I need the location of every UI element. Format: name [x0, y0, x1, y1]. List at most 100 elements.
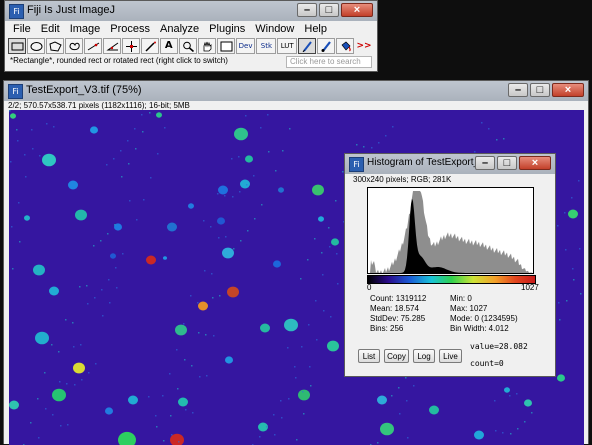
- maximize-button[interactable]: □: [319, 3, 339, 17]
- noise-speck: [557, 225, 559, 227]
- menu-analyze[interactable]: Analyze: [155, 22, 204, 37]
- fiji-title-bar[interactable]: Fi Fiji Is Just ImageJ – □ ×: [5, 1, 377, 21]
- noise-speck: [176, 349, 178, 351]
- menu-bar: File Edit Image Process Analyze Plugins …: [8, 22, 332, 37]
- noise-speck: [191, 365, 193, 367]
- noise-speck: [25, 176, 27, 178]
- noise-speck: [310, 385, 312, 387]
- lut-tool[interactable]: LUT: [277, 38, 298, 54]
- noise-speck: [45, 408, 47, 410]
- noise-speck: [328, 227, 330, 229]
- menu-help[interactable]: Help: [299, 22, 332, 37]
- list-button[interactable]: List: [358, 349, 380, 363]
- color-picker-tool[interactable]: [216, 38, 235, 54]
- noise-speck: [564, 212, 566, 214]
- noise-speck: [307, 259, 309, 261]
- line-tool[interactable]: [83, 38, 102, 54]
- stat-mode: Mode: 0 (1234595): [450, 314, 518, 323]
- copy-button[interactable]: Copy: [384, 349, 409, 363]
- noise-speck: [281, 417, 283, 419]
- pencil-tool[interactable]: [298, 38, 317, 54]
- text-tool[interactable]: A: [159, 38, 178, 54]
- noise-speck: [295, 377, 297, 379]
- noise-speck: [190, 295, 192, 297]
- noise-speck: [178, 441, 180, 443]
- noise-speck: [177, 388, 179, 390]
- noise-speck: [17, 140, 19, 142]
- noise-speck: [95, 363, 97, 365]
- polygon-icon: [49, 41, 62, 52]
- noise-speck: [58, 351, 60, 353]
- noise-speck: [38, 437, 40, 439]
- noise-speck: [122, 253, 124, 255]
- noise-speck: [59, 381, 61, 383]
- menu-image[interactable]: Image: [65, 22, 106, 37]
- histogram-plot[interactable]: [367, 187, 534, 274]
- noise-speck: [509, 395, 511, 397]
- noise-speck: [240, 240, 242, 242]
- histogram-title-bar[interactable]: Fi Histogram of TestExport_V3 – □ ×: [345, 154, 555, 174]
- flood-fill-tool[interactable]: [336, 38, 355, 54]
- close-button[interactable]: ×: [341, 3, 373, 17]
- maximize-button[interactable]: □: [497, 156, 517, 170]
- minimize-button[interactable]: –: [297, 3, 317, 17]
- noise-speck: [114, 224, 116, 226]
- rectangle-tool[interactable]: [8, 38, 26, 54]
- cell-blob: [33, 264, 45, 276]
- live-button[interactable]: Live: [439, 349, 462, 363]
- noise-speck: [363, 146, 365, 148]
- more-tools[interactable]: >>: [355, 38, 373, 54]
- noise-speck: [516, 393, 518, 395]
- angle-tool[interactable]: [102, 38, 121, 54]
- image-title-bar[interactable]: Fi TestExport_V3.tif (75%) – □ ×: [4, 81, 588, 101]
- menu-edit[interactable]: Edit: [36, 22, 65, 37]
- cell-blob: [178, 397, 188, 407]
- maximize-button[interactable]: □: [530, 83, 550, 97]
- noise-speck: [113, 158, 115, 160]
- noise-speck: [266, 426, 268, 428]
- wand-tool[interactable]: [140, 38, 159, 54]
- cell-blob: [260, 323, 270, 333]
- menu-window[interactable]: Window: [250, 22, 299, 37]
- menu-file[interactable]: File: [8, 22, 36, 37]
- stat-bins: Bins: 256: [370, 324, 404, 333]
- noise-speck: [211, 273, 213, 275]
- close-button[interactable]: ×: [552, 83, 584, 97]
- log-button[interactable]: Log: [413, 349, 435, 363]
- noise-speck: [294, 366, 296, 368]
- close-button[interactable]: ×: [519, 156, 551, 170]
- noise-speck: [219, 295, 221, 297]
- noise-speck: [559, 319, 561, 321]
- stack-tool[interactable]: Stk: [256, 38, 277, 54]
- dev-tool[interactable]: Dev: [235, 38, 256, 54]
- fiji-icon: Fi: [9, 4, 24, 19]
- noise-speck: [141, 114, 143, 116]
- oval-tool[interactable]: [26, 38, 45, 54]
- menu-process[interactable]: Process: [105, 22, 155, 37]
- noise-speck: [282, 150, 284, 152]
- noise-speck: [253, 175, 255, 177]
- cell-blob: [9, 400, 19, 410]
- zoom-tool[interactable]: [178, 38, 197, 54]
- hand-tool[interactable]: [197, 38, 216, 54]
- point-tool[interactable]: [121, 38, 140, 54]
- minimize-button[interactable]: –: [475, 156, 495, 170]
- noise-speck: [573, 279, 575, 281]
- freehand-tool[interactable]: [64, 38, 83, 54]
- noise-speck: [308, 324, 310, 326]
- noise-speck: [377, 442, 379, 444]
- search-bar[interactable]: Click here to search: [286, 56, 372, 68]
- noise-speck: [60, 425, 62, 427]
- noise-speck: [300, 278, 302, 280]
- noise-speck: [287, 347, 289, 349]
- polygon-tool[interactable]: [45, 38, 64, 54]
- noise-speck: [79, 286, 81, 288]
- noise-speck: [11, 226, 13, 228]
- cell-blob: [312, 184, 324, 196]
- noise-speck: [496, 139, 498, 141]
- noise-speck: [510, 433, 512, 435]
- menu-plugins[interactable]: Plugins: [204, 22, 250, 37]
- brush-tool[interactable]: [317, 38, 336, 54]
- minimize-button[interactable]: –: [508, 83, 528, 97]
- image-window-title: TestExport_V3.tif (75%): [26, 84, 142, 96]
